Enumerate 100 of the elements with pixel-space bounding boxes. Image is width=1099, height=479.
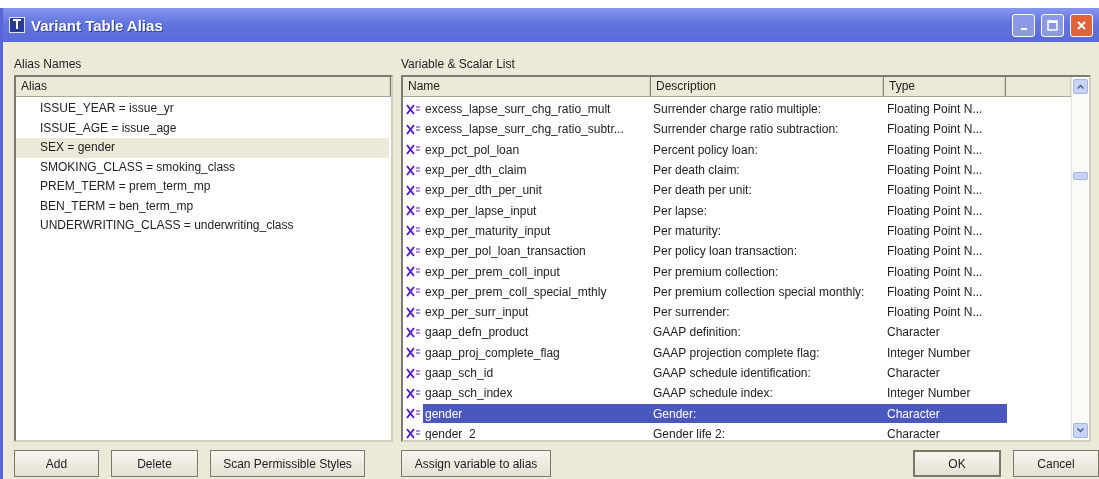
variable-row[interactable]: exp_per_prem_coll_input Per premium collection: Floating Point N...	[423, 262, 1007, 281]
variable-row[interactable]: exp_per_maturity_input Per maturity: Floating Point N...	[423, 221, 1007, 241]
description-cell-text: Per premium collection special monthly:	[652, 284, 866, 299]
name-cell-text: exp_pct_pol_loan	[424, 142, 521, 157]
variable-row[interactable]: exp_pct_pol_loan Percent policy loan: Floating Point N...	[423, 140, 1007, 160]
type-cell-text: Floating Point N...	[886, 122, 984, 137]
description-cell-text: Per surrender:	[652, 305, 731, 320]
type-cell-text: Floating Point N...	[886, 183, 984, 198]
type-cell-text: Floating Point N...	[886, 284, 984, 299]
variable-icon	[405, 103, 421, 115]
column-header[interactable]: Description	[651, 77, 884, 96]
name-cell-text: excess_lapse_surr_chg_ratio_mult	[424, 102, 612, 117]
variable-row[interactable]: excess_lapse_surr_chg_ratio_mult Surrender charge ratio multiple: Floating Point N...	[423, 99, 1007, 119]
description-cell-text: GAAP projection complete flag:	[652, 345, 821, 360]
name-cell-text: exp_per_surr_input	[424, 305, 530, 320]
variable-row[interactable]: exp_per_dth_per_unit Per death per unit: Floating Point N...	[423, 180, 1007, 200]
variable-row[interactable]: gender_2 Gender life 2: Character	[423, 424, 1007, 440]
minimize-button[interactable]	[1012, 13, 1035, 37]
cancel-button[interactable]: Cancel	[1013, 450, 1099, 477]
variable-row[interactable]: gender Gender: Character	[423, 404, 1007, 424]
description-cell-text: GAAP schedule identification:	[652, 366, 812, 380]
name-cell-text: gender_2	[424, 426, 477, 440]
variable-row[interactable]: gaap_proj_complete_flag GAAP projection complete flag: Integer Number	[423, 343, 1007, 363]
variable-icon	[405, 123, 421, 135]
type-cell-text: Character	[886, 426, 941, 440]
maximize-button[interactable]	[1041, 13, 1064, 37]
variable-row[interactable]: exp_per_pol_loan_transaction Per policy loan transaction: Floating Point N...	[423, 241, 1007, 261]
caret-down-icon	[1077, 428, 1084, 433]
name-cell-text: gaap_proj_complete_flag	[424, 345, 561, 360]
assign-button[interactable]: Assign variable to alias	[401, 450, 551, 477]
name-cell-text: exp_per_maturity_input	[424, 223, 552, 238]
column-header[interactable]: Alias	[16, 77, 391, 96]
caret-up-icon	[1077, 84, 1084, 89]
type-cell-text: Floating Point N...	[886, 264, 984, 279]
alias-item[interactable]: UNDERWRITING_CLASS = underwriting_class	[16, 216, 389, 236]
alias-item[interactable]: ISSUE_AGE = issue_age	[16, 118, 389, 138]
description-cell-text: GAAP definition:	[652, 325, 742, 340]
alias-item[interactable]: SEX = gender	[16, 138, 389, 158]
scroll-up-button[interactable]	[1073, 79, 1088, 94]
panel-label: Alias Names	[14, 56, 83, 73]
column-header[interactable]: Name	[403, 77, 651, 96]
name-cell-text: exp_per_dth_claim	[424, 163, 528, 178]
description-cell-text: Per lapse:	[652, 203, 709, 218]
variable-icon	[405, 205, 421, 217]
variable-row[interactable]: gaap_sch_index GAAP schedule index: Integer Number	[423, 383, 1007, 403]
variable-icon	[405, 408, 421, 420]
add-button[interactable]: Add	[14, 450, 99, 477]
variable-icon	[405, 144, 421, 156]
variable-icon	[405, 286, 421, 298]
description-cell-text: Gender:	[652, 406, 698, 421]
name-cell-text: exp_per_dth_per_unit	[424, 183, 543, 198]
type-cell-text: Character	[886, 406, 941, 421]
type-cell-text: Integer Number	[886, 345, 972, 360]
description-cell-text: Gender life 2:	[652, 426, 727, 440]
scroll-down-button[interactable]	[1073, 423, 1088, 438]
description-cell-text: Per policy loan transaction:	[652, 244, 799, 259]
type-cell-text: Floating Point N...	[886, 203, 984, 218]
name-cell-text: exp_per_prem_coll_input	[424, 264, 561, 279]
scroll-thumb[interactable]	[1073, 172, 1088, 180]
close-button[interactable]	[1070, 13, 1093, 37]
description-cell-text: Per maturity:	[652, 223, 722, 238]
description-cell-text: Per premium collection:	[652, 264, 780, 279]
variable-icon	[405, 326, 421, 338]
name-cell-text: exp_per_lapse_input	[424, 203, 538, 218]
description-cell-text: GAAP schedule index:	[652, 386, 774, 401]
description-cell-text: Surrender charge ratio subtraction:	[652, 122, 840, 137]
alias-item[interactable]: ISSUE_YEAR = issue_yr	[16, 99, 389, 119]
scan-button[interactable]: Scan Permissible Styles	[210, 450, 365, 477]
alias-item[interactable]: SMOKING_CLASS = smoking_class	[16, 157, 389, 177]
variable-row[interactable]: exp_per_surr_input Per surrender: Floating Point N...	[423, 302, 1007, 322]
alias-item[interactable]: PREM_TERM = prem_term_mp	[16, 177, 389, 197]
description-cell-text: Percent policy loan:	[652, 142, 759, 157]
variable-icon	[405, 347, 421, 359]
variable-icon	[405, 245, 421, 257]
column-header[interactable]: Type	[884, 77, 1006, 96]
description-cell-text: Surrender charge ratio multiple:	[652, 102, 823, 117]
name-cell-text: exp_per_prem_coll_special_mthly	[424, 284, 608, 299]
name-cell-text: gaap_defn_product	[424, 325, 530, 340]
panel-label: Variable & Scalar List	[401, 56, 516, 73]
description-cell-text: Per death claim:	[652, 163, 741, 178]
type-cell-text: Integer Number	[886, 386, 972, 401]
scrollbar[interactable]	[1071, 77, 1089, 440]
name-cell-text: gaap_sch_index	[424, 386, 514, 401]
name-cell-text: excess_lapse_surr_chg_ratio_subtr...	[424, 122, 625, 137]
variable-row[interactable]: exp_per_prem_coll_special_mthly Per premium collection special monthly: Floating Point N...	[423, 282, 1007, 302]
alias-item[interactable]: BEN_TERM = ben_term_mp	[16, 196, 389, 216]
variable-row[interactable]: gaap_sch_id GAAP schedule identification: Character	[423, 363, 1007, 383]
type-cell-text: Floating Point N...	[886, 244, 984, 259]
variable-row[interactable]: gaap_defn_product GAAP definition: Character	[423, 322, 1007, 342]
type-cell-text: Floating Point N...	[886, 142, 984, 157]
delete-button[interactable]: Delete	[111, 450, 198, 477]
app-icon	[9, 17, 25, 33]
variable-row[interactable]: exp_per_lapse_input Per lapse: Floating Point N...	[423, 201, 1007, 221]
variable-row[interactable]: excess_lapse_surr_chg_ratio_subtr... Surrender charge ratio subtraction: Floating Point N...	[423, 119, 1007, 139]
ok-button[interactable]: OK	[913, 450, 1001, 477]
variable-icon	[405, 184, 421, 196]
window-title: Variant Table Alias	[31, 16, 164, 34]
name-cell-text: exp_per_pol_loan_transaction	[424, 244, 587, 259]
variable-row[interactable]: exp_per_dth_claim Per death claim: Floating Point N...	[423, 160, 1007, 180]
type-cell-text: Floating Point N...	[886, 163, 984, 178]
